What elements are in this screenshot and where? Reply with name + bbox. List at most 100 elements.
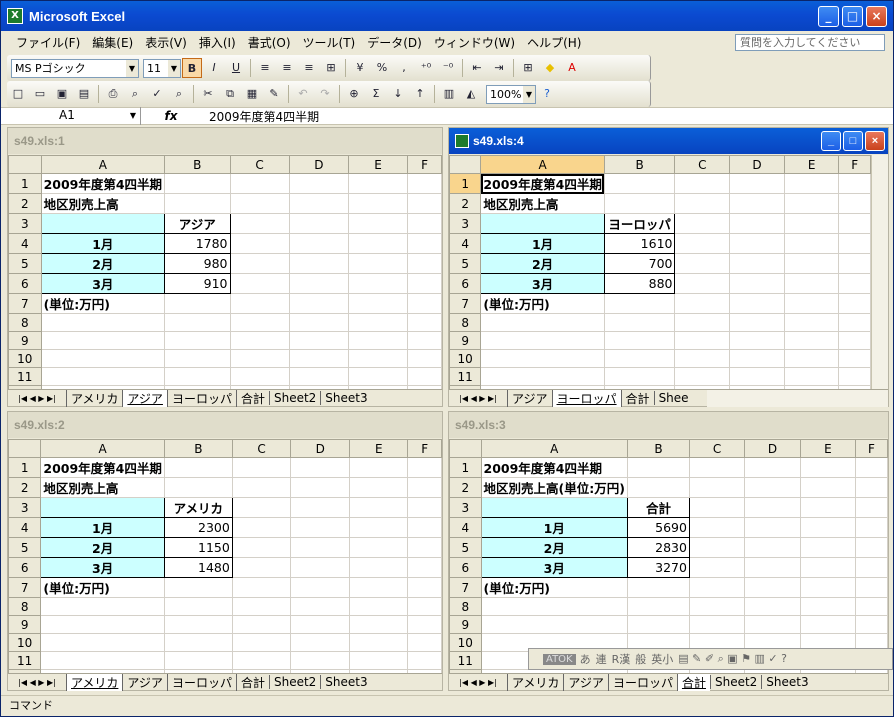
select-all-corner[interactable] — [449, 155, 482, 174]
row-header[interactable]: 10 — [449, 633, 482, 652]
cell-value[interactable]: 700 — [603, 253, 676, 274]
cell[interactable] — [407, 193, 442, 214]
column-header[interactable]: B — [626, 439, 690, 458]
align-left-icon[interactable]: ≡ — [255, 58, 275, 78]
row-header[interactable]: 2 — [449, 193, 482, 214]
cell[interactable] — [799, 457, 856, 478]
column-header[interactable]: E — [783, 155, 840, 174]
cell[interactable] — [838, 233, 871, 254]
tab-scroll-buttons[interactable]: |◀ ◀ ▶ ▶| — [8, 394, 66, 403]
cell[interactable] — [163, 457, 233, 478]
column-header[interactable]: B — [164, 155, 231, 174]
cell-unit[interactable]: (単位:万円) — [40, 293, 166, 314]
cell[interactable] — [603, 193, 676, 214]
cell[interactable] — [854, 615, 888, 634]
cell-subtitle[interactable]: 地区別売上高 — [40, 477, 165, 498]
decrease-indent-icon[interactable]: ⇤ — [467, 58, 487, 78]
cell[interactable] — [674, 293, 731, 314]
cell[interactable] — [854, 477, 888, 498]
cell[interactable] — [407, 331, 442, 350]
cell[interactable] — [229, 293, 290, 314]
help-icon[interactable]: ? — [537, 84, 557, 104]
sheet-tab[interactable]: アメリカ — [66, 673, 123, 691]
cell[interactable] — [688, 577, 746, 598]
cell[interactable] — [729, 313, 785, 332]
cell-region-header[interactable]: アメリカ — [163, 497, 233, 518]
cell[interactable] — [729, 367, 785, 386]
cell[interactable] — [229, 173, 290, 194]
cell[interactable] — [838, 293, 871, 314]
cell[interactable] — [229, 253, 290, 274]
cell[interactable] — [626, 615, 690, 634]
cell[interactable] — [688, 517, 746, 538]
cell[interactable] — [407, 633, 442, 652]
cell[interactable] — [229, 213, 290, 234]
cell-month[interactable]: 2月 — [40, 253, 166, 274]
cell[interactable] — [349, 517, 409, 538]
cell[interactable] — [229, 331, 290, 350]
menu-tools[interactable]: ツール(T) — [298, 34, 361, 51]
cell[interactable] — [348, 349, 409, 368]
workbook-title-bar[interactable]: s49.xls:1 — [8, 128, 442, 154]
cell-month[interactable]: 1月 — [40, 233, 166, 254]
select-all-corner[interactable] — [449, 439, 482, 458]
cell[interactable] — [40, 615, 165, 634]
cell[interactable] — [838, 331, 871, 350]
undo-icon[interactable]: ↶ — [293, 84, 313, 104]
spelling-icon[interactable]: ✓ — [147, 84, 167, 104]
workbook-window[interactable]: s49.xls:1 A B C D E F 1 2009年度第4四半期 2 地区別売上高 3 アジア 4 1… — [7, 127, 443, 407]
sheet-tab[interactable]: アジア — [122, 673, 167, 691]
sheet-tab[interactable]: 合計 — [235, 389, 269, 407]
fill-color-icon[interactable]: ◆ — [540, 58, 560, 78]
cell[interactable] — [290, 497, 351, 518]
cell-month[interactable]: 1月 — [480, 517, 628, 538]
merge-center-icon[interactable]: ⊞ — [321, 58, 341, 78]
cell-subtitle[interactable]: 地区別売上高 — [480, 193, 605, 214]
cell[interactable] — [164, 331, 231, 350]
chevron-down-icon[interactable]: ▼ — [126, 59, 138, 77]
cell[interactable] — [744, 537, 801, 558]
cell[interactable] — [783, 193, 840, 214]
cell[interactable] — [407, 615, 442, 634]
cell-subtitle[interactable]: 地区別売上高 — [40, 193, 166, 214]
formula-input[interactable]: 2009年度第4四半期 — [201, 108, 319, 125]
row-header[interactable]: 4 — [449, 517, 482, 538]
cell[interactable] — [288, 293, 350, 314]
cell[interactable] — [163, 597, 233, 616]
cell[interactable] — [290, 517, 351, 538]
new-icon[interactable]: □ — [8, 84, 28, 104]
cell-month[interactable]: 3月 — [480, 273, 605, 294]
underline-button[interactable]: U — [226, 58, 246, 78]
cell[interactable] — [674, 193, 731, 214]
cell[interactable] — [407, 367, 442, 386]
cell-unit[interactable]: (単位:万円) — [480, 293, 605, 314]
cell-value[interactable]: 2830 — [626, 537, 690, 558]
cell[interactable] — [288, 349, 350, 368]
increase-decimal-icon[interactable]: ⁺⁰ — [416, 58, 436, 78]
cell[interactable] — [288, 331, 350, 350]
cell[interactable] — [480, 615, 628, 634]
cell[interactable] — [231, 477, 292, 498]
cell[interactable] — [603, 367, 676, 386]
cell[interactable] — [288, 253, 350, 274]
cell[interactable] — [838, 349, 871, 368]
row-header[interactable]: 6 — [8, 557, 42, 578]
cell[interactable] — [688, 557, 746, 578]
italic-button[interactable]: I — [204, 58, 224, 78]
sheet-tab[interactable]: アメリカ — [66, 389, 122, 407]
drawing-icon[interactable]: ◭ — [461, 84, 481, 104]
sheet-tab[interactable]: アジア — [563, 673, 608, 691]
workbook-window[interactable]: s49.xls:4 _ □ × A B C D E F 1 2009年度第4四半期 2 地区別売上高 3 ヨー… — [448, 127, 889, 407]
row-header[interactable]: 3 — [8, 213, 42, 234]
cell[interactable] — [407, 293, 442, 314]
sheet-tab[interactable]: ヨーロッパ — [551, 389, 621, 407]
cell[interactable] — [407, 537, 442, 558]
column-header[interactable]: D — [290, 439, 351, 458]
format-painter-icon[interactable]: ✎ — [264, 84, 284, 104]
hyperlink-icon[interactable]: ⊕ — [344, 84, 364, 104]
ime-mode[interactable]: あ — [580, 651, 591, 667]
cell[interactable] — [229, 193, 290, 214]
cell-title[interactable]: 2009年度第4四半期 — [40, 173, 166, 194]
ime-romaji[interactable]: R漢 — [612, 651, 631, 667]
row-header[interactable]: 5 — [8, 537, 42, 558]
